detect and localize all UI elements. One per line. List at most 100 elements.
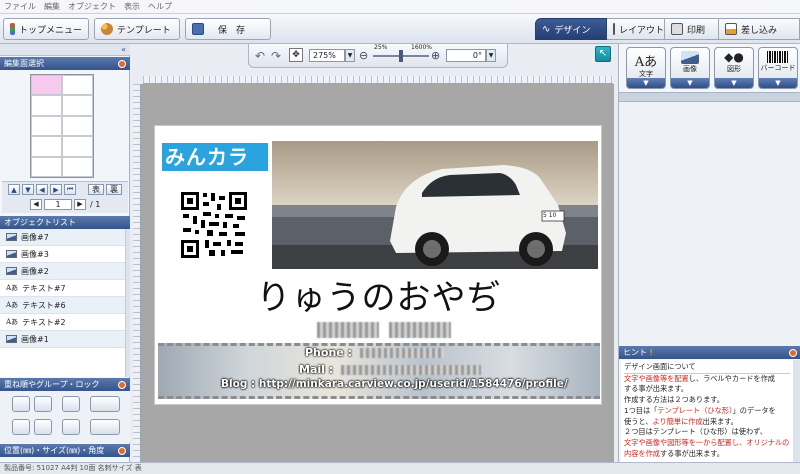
- merge-icon: [725, 23, 737, 35]
- menu-help[interactable]: ヘルプ: [148, 1, 172, 12]
- image-icon: [6, 335, 17, 343]
- tab-layout[interactable]: レイアウト: [607, 18, 665, 40]
- panel-toggle-icon[interactable]: [118, 380, 126, 389]
- tab-print[interactable]: 印刷: [665, 18, 719, 40]
- left-icon[interactable]: ◀: [36, 184, 48, 195]
- angle-select[interactable]: 0°: [446, 49, 486, 62]
- ungroup-icon[interactable]: [90, 419, 120, 435]
- first-icon[interactable]: ⏮: [64, 184, 76, 195]
- object-list-label: 画像#3: [21, 249, 49, 259]
- card-name[interactable]: りゅうのおやぢ: [155, 276, 603, 320]
- unlock-icon[interactable]: [62, 419, 80, 435]
- zoom-in-icon[interactable]: ⊕: [431, 49, 440, 62]
- object-list-label: テキスト#6: [22, 300, 66, 310]
- panel-toggle-icon[interactable]: [118, 59, 126, 68]
- page-thumbnail-grid[interactable]: [30, 74, 94, 178]
- menu-view[interactable]: 表示: [124, 1, 140, 12]
- object-list-item[interactable]: Aあ テキスト#6: [0, 297, 125, 314]
- chevron-down-icon[interactable]: ▼: [345, 49, 355, 62]
- blog-line[interactable]: Blog : http://minkara.carview.co.jp/user…: [221, 378, 601, 392]
- add-barcode-button[interactable]: バーコード ▼: [758, 47, 798, 89]
- menu-edit[interactable]: 編集: [44, 1, 60, 12]
- collapse-icon[interactable]: «: [121, 45, 126, 54]
- object-list-scrollbar[interactable]: [126, 229, 130, 377]
- image-icon: [6, 267, 17, 275]
- hint-scrollbar[interactable]: [793, 360, 800, 462]
- object-list-item[interactable]: 画像#3: [0, 246, 125, 263]
- page-cell[interactable]: [31, 115, 62, 137]
- save-button[interactable]: 保 存: [185, 18, 271, 40]
- tab-design[interactable]: ∿ デザイン: [535, 18, 607, 40]
- page-cell[interactable]: [62, 136, 93, 157]
- send-backward-icon[interactable]: [34, 419, 52, 435]
- phone-line[interactable]: Phone :: [305, 346, 515, 360]
- bring-front-icon[interactable]: [12, 396, 30, 412]
- fit-icon[interactable]: ✥: [289, 48, 303, 62]
- object-list-header: オブジェクトリスト: [0, 216, 130, 229]
- menu-file[interactable]: ファイル: [4, 1, 36, 12]
- hint-fragment: 出来ます。: [702, 416, 738, 426]
- right-icon[interactable]: ▶: [50, 184, 62, 195]
- down-icon[interactable]: ▼: [22, 184, 34, 195]
- hint-fragment: 1つ目は「: [624, 405, 658, 415]
- hint-fragment: オリジナルの: [746, 437, 790, 447]
- object-list-item[interactable]: 画像#2: [0, 263, 125, 280]
- zoom-out-icon[interactable]: ⊖: [359, 49, 368, 62]
- car-photo[interactable]: [272, 141, 598, 269]
- prev-page-icon[interactable]: ◀: [30, 199, 42, 210]
- panel-toggle-icon[interactable]: [118, 446, 126, 455]
- panel-toggle-icon[interactable]: [789, 348, 797, 357]
- business-card[interactable]: みんカラ 5 10 りゅうのおやぢ Phone: Mail: Blog: …: [154, 125, 602, 405]
- hint-fragment: 文字や画像や図形等を一から配置し、: [624, 437, 747, 447]
- add-image-button[interactable]: 画像 ▼: [670, 47, 710, 89]
- menu-object[interactable]: オブジェクト: [68, 1, 116, 12]
- back-button[interactable]: 裏: [106, 184, 122, 195]
- object-list-item[interactable]: Aあ テキスト#2: [0, 314, 125, 331]
- page-cell[interactable]: [31, 95, 62, 116]
- object-list-item[interactable]: Aあ テキスト#7: [0, 280, 125, 297]
- redo-icon[interactable]: ↷: [271, 49, 281, 63]
- hint-fragment: 」のデータを: [732, 405, 776, 415]
- up-icon[interactable]: ▲: [8, 184, 20, 195]
- zoom-slider-thumb[interactable]: [399, 50, 403, 62]
- group-icon[interactable]: [90, 396, 120, 412]
- tab-merge[interactable]: 差し込み: [719, 18, 800, 40]
- chevron-down-icon[interactable]: ▼: [486, 49, 496, 62]
- top-menu-button[interactable]: トップメニュー: [3, 18, 89, 40]
- zoom-select[interactable]: 275%: [309, 49, 345, 62]
- undo-icon[interactable]: ↶: [255, 49, 265, 63]
- text-icon: Aあ: [6, 301, 19, 309]
- lock-icon[interactable]: [62, 396, 80, 412]
- qr-code[interactable]: [179, 190, 249, 260]
- object-list-item[interactable]: 画像#1: [0, 331, 125, 348]
- page-cell[interactable]: [62, 115, 93, 137]
- add-text-button[interactable]: Aあ 文字 ▼: [626, 47, 666, 89]
- template-button[interactable]: テンプレート: [94, 18, 180, 40]
- minkara-logo[interactable]: みんカラ: [162, 143, 268, 171]
- page-cell[interactable]: [31, 75, 62, 96]
- page-cell[interactable]: [62, 156, 93, 177]
- page-number-input[interactable]: 1: [44, 199, 72, 210]
- front-button[interactable]: 表: [88, 184, 104, 195]
- page-cell[interactable]: [62, 75, 93, 96]
- chevron-down-icon: ▼: [671, 78, 709, 88]
- mail-line[interactable]: Mail :: [299, 363, 539, 377]
- add-shape-button[interactable]: ◆● 図形 ▼: [714, 47, 754, 89]
- page-cell[interactable]: [62, 95, 93, 116]
- position-size-header: 位置(㎜)・サイズ(㎜)・角度: [0, 444, 130, 457]
- layout-icon: [613, 23, 615, 35]
- mode-tabs: ∿ デザイン レイアウト 印刷 差し込み: [535, 18, 800, 40]
- bring-forward-icon[interactable]: [34, 396, 52, 412]
- hint-line: 文字や画像や図形等を一から配置し、オリジナルの: [624, 438, 790, 449]
- object-list-item[interactable]: 画像#7: [0, 229, 125, 246]
- hint-fragment: テンプレート（ひな形）: [657, 405, 733, 415]
- select-pointer-icon[interactable]: ↖: [595, 46, 611, 62]
- next-page-icon[interactable]: ▶: [74, 199, 86, 210]
- cube-icon: [10, 23, 15, 35]
- page-cell[interactable]: [31, 136, 62, 157]
- hint-fragment: ２つ目はテンプレート（ひな形）は使わず、: [624, 427, 768, 437]
- page-cell[interactable]: [31, 156, 62, 177]
- horizontal-ruler: [143, 76, 613, 84]
- send-back-icon[interactable]: [12, 419, 30, 435]
- hint-line: する事が出来ます。: [624, 384, 790, 395]
